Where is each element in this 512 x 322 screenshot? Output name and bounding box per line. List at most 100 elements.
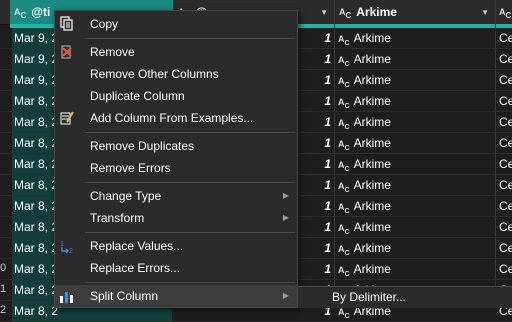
menu-item-label: Transform xyxy=(90,211,145,225)
menu-item-remove[interactable]: Remove xyxy=(55,41,297,63)
cell-extra[interactable]: Cen xyxy=(497,259,512,279)
text-type-icon: AC xyxy=(338,76,350,89)
menu-item-add-column-from-examples[interactable]: Add Column From Examples... xyxy=(55,107,297,129)
cell-product[interactable]: ACArkime xyxy=(336,238,494,258)
cell-extra[interactable]: Cen xyxy=(497,238,512,258)
copy-icon xyxy=(60,16,73,31)
menu-item-remove-errors[interactable]: Remove Errors xyxy=(55,157,297,179)
text-type-icon[interactable]: AC xyxy=(499,7,511,20)
cell-value: Arkime xyxy=(353,157,391,171)
cell-value: Mar 8, 2 xyxy=(14,136,59,150)
add-column-examples-icon xyxy=(60,111,74,125)
text-type-icon: AC xyxy=(338,223,350,236)
menu-separator xyxy=(85,232,295,233)
cell-product[interactable]: ACArkime xyxy=(336,91,494,111)
cell-value: 1 xyxy=(324,220,331,234)
cell-product[interactable]: ACArkime xyxy=(336,28,494,48)
menu-item-label: Remove Duplicates xyxy=(90,139,195,153)
split-column-submenu: By Delimiter... xyxy=(298,286,512,308)
cell-extra[interactable]: Cen xyxy=(497,196,512,216)
cell-value: 1 xyxy=(324,115,331,129)
cell-value: Mar 9, 2 xyxy=(14,31,59,45)
cell-value: 1 xyxy=(324,73,331,87)
menu-item-copy[interactable]: Copy xyxy=(55,13,297,35)
cell-value: Arkime xyxy=(353,73,391,87)
cell-product[interactable]: ACArkime xyxy=(336,196,494,216)
menu-item-split-column[interactable]: Split Column ▶ xyxy=(55,285,297,307)
cell-product[interactable]: ACArkime xyxy=(336,259,494,279)
column-header-label: @ti xyxy=(31,5,51,19)
text-type-icon: AC xyxy=(338,265,350,278)
cell-value: Cen xyxy=(499,31,512,45)
chevron-right-icon: ▶ xyxy=(282,213,289,222)
text-type-icon[interactable]: AC xyxy=(339,7,351,20)
menu-item-transform[interactable]: Transform ▶ xyxy=(55,207,297,229)
cell-value: 1 xyxy=(324,199,331,213)
chevron-right-icon: ▶ xyxy=(282,291,289,300)
cell-extra[interactable]: Cen xyxy=(497,112,512,132)
cell-extra[interactable]: Cen xyxy=(497,154,512,174)
menu-separator xyxy=(85,132,295,133)
cell-value: Arkime xyxy=(353,136,391,150)
menu-item-duplicate-column[interactable]: Duplicate Column xyxy=(55,85,297,107)
menu-item-label: Remove Errors xyxy=(90,161,171,175)
cell-value: 1 xyxy=(324,262,331,276)
cell-product[interactable]: ACArkime xyxy=(336,70,494,90)
text-type-icon: AC xyxy=(338,139,350,152)
menu-item-replace-errors[interactable]: Replace Errors... xyxy=(55,257,297,279)
cell-value: 1 xyxy=(324,178,331,192)
text-type-icon: AC xyxy=(338,244,350,257)
chevron-down-icon[interactable]: ▼ xyxy=(320,8,328,17)
menu-item-label: Replace Errors... xyxy=(90,261,181,275)
column-header-product[interactable]: AC Arkime ▼ xyxy=(334,0,495,25)
cell-value: Arkime xyxy=(353,31,391,45)
cell-value: Cen xyxy=(499,220,512,234)
cell-product[interactable]: ACArkime xyxy=(336,112,494,132)
cell-value: Cen xyxy=(499,115,512,129)
cell-value: Cen xyxy=(499,199,512,213)
cell-value: 1 xyxy=(324,31,331,45)
text-type-icon[interactable]: AC xyxy=(14,7,26,20)
cell-extra[interactable]: Cen xyxy=(497,133,512,153)
menu-item-change-type[interactable]: Change Type ▶ xyxy=(55,185,297,207)
cell-value: Mar 8, 2 xyxy=(14,304,59,318)
text-type-icon: AC xyxy=(338,160,350,173)
chevron-right-icon: ▶ xyxy=(282,191,289,200)
chevron-down-icon[interactable]: ▼ xyxy=(481,8,489,17)
cell-product[interactable]: ACArkime xyxy=(336,49,494,69)
text-type-icon: AC xyxy=(338,118,350,131)
menu-item-label: Copy xyxy=(90,17,119,31)
menu-item-label: Replace Values... xyxy=(90,239,184,253)
cell-value: Mar 8, 2 xyxy=(14,241,59,255)
cell-value: Arkime xyxy=(353,178,391,192)
cell-value: Mar 8, 2 xyxy=(14,94,59,108)
menu-item-remove-other-columns[interactable]: Remove Other Columns xyxy=(55,63,297,85)
cell-value: 1 xyxy=(324,241,331,255)
cell-extra[interactable]: Cen xyxy=(497,217,512,237)
menu-item-label: Split Column xyxy=(90,289,159,303)
submenu-item-by-delimiter[interactable]: By Delimiter... xyxy=(332,290,406,304)
cell-extra[interactable]: Cen xyxy=(497,175,512,195)
cell-product[interactable]: ACArkime xyxy=(336,154,494,174)
cell-extra[interactable]: Cen xyxy=(497,91,512,111)
replace-values-icon: 1 2 xyxy=(60,241,73,254)
column-header-label: Arkime xyxy=(356,5,397,19)
cell-extra[interactable]: Cen xyxy=(497,49,512,69)
cell-value: Mar 8, 2 xyxy=(14,220,59,234)
cell-extra[interactable]: Cen xyxy=(497,70,512,90)
cell-extra[interactable]: Cen xyxy=(497,28,512,48)
menu-separator xyxy=(85,38,295,39)
menu-item-replace-values[interactable]: 1 2 Replace Values... xyxy=(55,235,297,257)
column-header-extra[interactable]: AC xyxy=(495,0,512,25)
row-number: 0 xyxy=(0,262,7,274)
cell-value: Mar 8, 2 xyxy=(14,283,59,297)
cell-value: Mar 8, 2 xyxy=(14,178,59,192)
cell-value: Cen xyxy=(499,262,512,276)
cell-value: Cen xyxy=(499,52,512,66)
cell-value: Cen xyxy=(499,241,512,255)
cell-product[interactable]: ACArkime xyxy=(336,217,494,237)
cell-product[interactable]: ACArkime xyxy=(336,133,494,153)
menu-item-remove-duplicates[interactable]: Remove Duplicates xyxy=(55,135,297,157)
cell-value: 1 xyxy=(324,94,331,108)
cell-product[interactable]: ACArkime xyxy=(336,175,494,195)
